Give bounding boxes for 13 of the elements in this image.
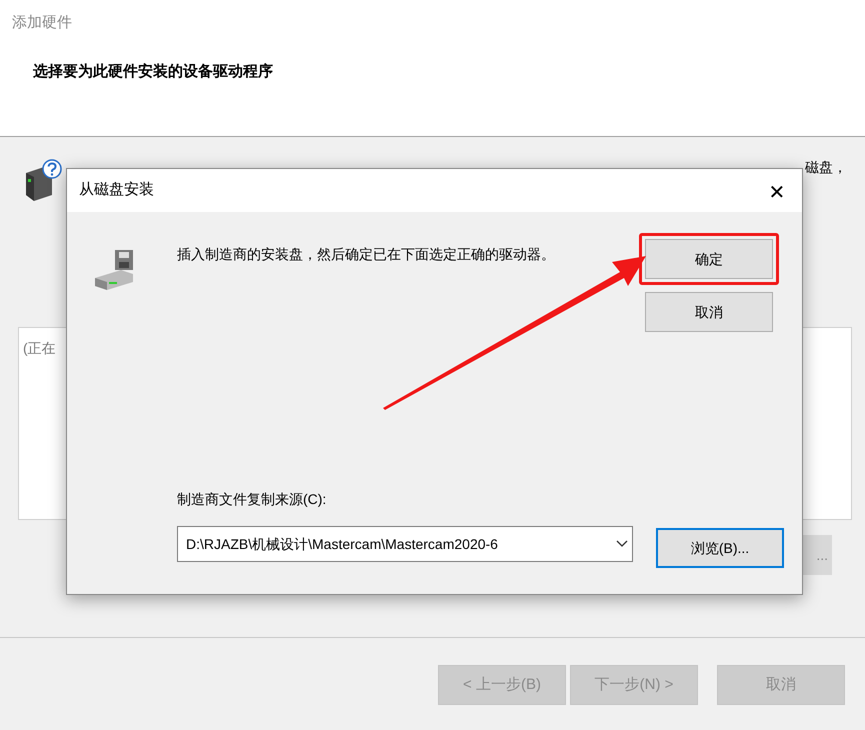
source-label: 制造商文件复制来源(C): (177, 490, 326, 509)
dialog-message: 插入制造商的安装盘，然后确定已在下面选定正确的驱动器。 (177, 245, 556, 264)
intro-text: 磁盘， (805, 158, 847, 177)
page-heading: 选择要为此硬件安装的设备驱动程序 (33, 62, 273, 82)
window-title: 添加硬件 (12, 13, 72, 33)
close-button[interactable]: ✕ (764, 178, 790, 204)
source-combobox[interactable]: D:\RJAZB\机械设计\Mastercam\Mastercam2020-6 (177, 526, 633, 562)
browse-button[interactable]: 浏览(B)... (656, 528, 784, 568)
list-text: (正在 (22, 339, 56, 358)
chevron-down-icon (616, 540, 628, 548)
dialog-button[interactable]: 确定 (645, 239, 773, 279)
dialog-title: 从磁盘安装 (79, 180, 154, 200)
dialog-button[interactable]: 取消 (645, 292, 773, 332)
